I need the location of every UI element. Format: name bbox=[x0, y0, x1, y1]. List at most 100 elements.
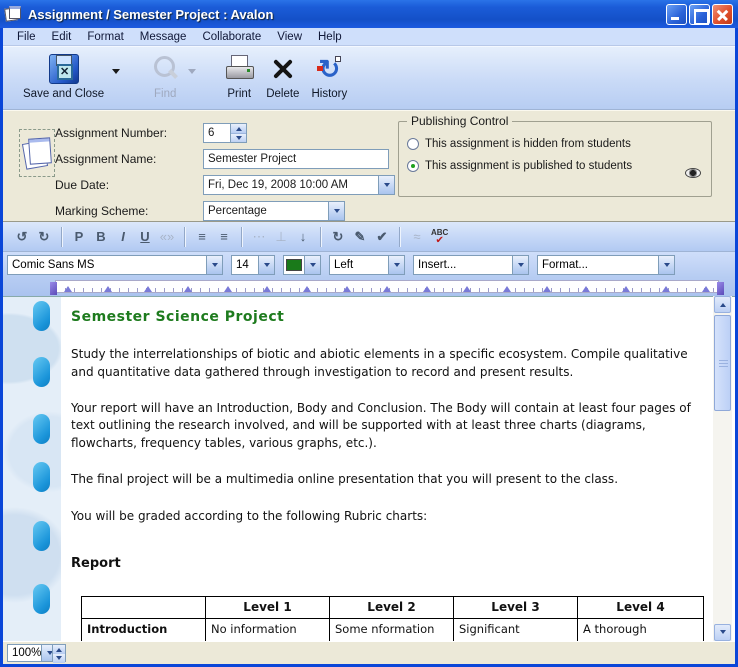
document-content[interactable]: Semester Science Project Study the inter… bbox=[71, 301, 709, 641]
menu-view[interactable]: View bbox=[269, 30, 310, 44]
hidden-option-row[interactable]: This assignment is hidden from students bbox=[407, 136, 631, 152]
header-cell: Level 4 bbox=[578, 596, 704, 618]
print-button[interactable]: Print bbox=[218, 51, 260, 101]
italic-icon[interactable]: I bbox=[112, 229, 134, 244]
header-cell bbox=[82, 596, 206, 618]
format-dropdown-icon[interactable] bbox=[658, 256, 674, 274]
accept-check-icon[interactable]: ✔ bbox=[371, 229, 393, 245]
due-date-dropdown-icon[interactable] bbox=[378, 176, 394, 194]
delete-button[interactable]: Delete bbox=[260, 51, 305, 101]
left-indent-marker[interactable] bbox=[50, 282, 57, 295]
font-size-combobox[interactable]: 14 bbox=[231, 255, 275, 275]
title-bar[interactable]: Assignment / Semester Project : Avalon bbox=[0, 0, 738, 28]
paragraph-icon[interactable]: P bbox=[68, 229, 90, 244]
row-label-cell: Introduction bbox=[82, 619, 206, 641]
font-color-combobox[interactable] bbox=[283, 255, 321, 275]
zoom-dropdown-icon[interactable] bbox=[41, 645, 53, 661]
ruler[interactable] bbox=[55, 280, 719, 293]
save-and-close-button[interactable]: ✕ Save and Close bbox=[17, 51, 110, 101]
history-button[interactable]: ↻ History bbox=[305, 51, 353, 101]
insert-combobox[interactable]: Insert... bbox=[413, 255, 529, 275]
document-title: Semester Science Project bbox=[71, 307, 709, 327]
stationery-border bbox=[3, 297, 61, 641]
save-dropdown-arrow-icon[interactable] bbox=[112, 69, 120, 78]
published-option-row[interactable]: This assignment is published to students bbox=[407, 158, 632, 174]
spellcheck-icon[interactable]: ABC ✔ bbox=[428, 229, 451, 245]
header-cell: Level 3 bbox=[454, 596, 578, 618]
number-spinner[interactable] bbox=[230, 124, 246, 142]
due-date-value: Fri, Dec 19, 2008 10:00 AM bbox=[208, 179, 348, 191]
alignment-combobox[interactable]: Left bbox=[329, 255, 405, 275]
underline-icon[interactable]: U bbox=[134, 229, 156, 244]
zoom-combobox[interactable]: 100% bbox=[7, 644, 53, 662]
rubric-table: Level 1 Level 2 Level 3 Level 4 Introduc… bbox=[81, 596, 704, 641]
header-cell: Level 1 bbox=[206, 596, 330, 618]
find-icon bbox=[150, 54, 180, 84]
zoom-spinner[interactable] bbox=[53, 644, 66, 662]
assignment-name-label: Assignment Name: bbox=[55, 152, 203, 166]
assignment-number-label: Assignment Number: bbox=[55, 126, 203, 140]
menu-format[interactable]: Format bbox=[79, 30, 131, 44]
outdent-icon[interactable]: ≡ bbox=[191, 229, 213, 244]
redo-icon[interactable]: ↻ bbox=[33, 229, 55, 245]
assignment-name-input[interactable]: Semester Project bbox=[203, 149, 389, 169]
hidden-option-label: This assignment is hidden from students bbox=[425, 138, 631, 150]
edit-pencil-icon[interactable]: ✎ bbox=[349, 229, 371, 245]
print-icon bbox=[224, 54, 254, 84]
insert-dropdown-icon[interactable] bbox=[512, 256, 528, 274]
bold-icon[interactable]: B bbox=[90, 229, 112, 244]
font-color-dropdown-icon[interactable] bbox=[304, 256, 320, 274]
scroll-down-icon[interactable] bbox=[714, 624, 731, 641]
publishing-control-legend: Publishing Control bbox=[407, 114, 512, 128]
insert-line-icon: ⊥ bbox=[270, 229, 292, 245]
refresh-icon[interactable]: ↻ bbox=[327, 229, 349, 245]
alignment-dropdown-icon[interactable] bbox=[388, 256, 404, 274]
scrollbar-thumb[interactable] bbox=[714, 315, 731, 411]
menu-file[interactable]: File bbox=[9, 30, 44, 44]
special-format-icon[interactable]: «» bbox=[156, 229, 178, 244]
print-label: Print bbox=[227, 88, 251, 100]
font-size-dropdown-icon[interactable] bbox=[258, 256, 274, 274]
zoom-value: 100% bbox=[12, 647, 41, 659]
ruler-tab-marker bbox=[64, 282, 72, 292]
indent-icon[interactable]: ≡ bbox=[213, 229, 235, 244]
vertical-scrollbar[interactable] bbox=[713, 296, 732, 641]
menu-message[interactable]: Message bbox=[132, 30, 195, 44]
message-body-editor[interactable]: Semester Science Project Study the inter… bbox=[3, 296, 735, 641]
undo-icon[interactable]: ↺ bbox=[11, 229, 33, 245]
published-radio[interactable] bbox=[407, 160, 419, 172]
eye-icon bbox=[685, 168, 701, 178]
formatting-toolbar: ↺ ↻ P B I U «» ≡ ≡ ⋯ ⊥ ↓ ↻ ✎ ✔ ≈ ABC ✔ bbox=[3, 222, 735, 252]
find-button: Find bbox=[144, 51, 186, 101]
paragraph: Study the interrelationships of biotic a… bbox=[71, 346, 709, 381]
font-family-dropdown-icon[interactable] bbox=[206, 256, 222, 274]
menu-help[interactable]: Help bbox=[310, 30, 350, 44]
marking-scheme-combobox[interactable]: Percentage bbox=[203, 201, 345, 221]
assignment-notes-icon bbox=[19, 129, 55, 177]
format-combobox[interactable]: Format... bbox=[537, 255, 675, 275]
hidden-radio[interactable] bbox=[407, 138, 419, 150]
menu-edit[interactable]: Edit bbox=[44, 30, 80, 44]
published-option-label: This assignment is published to students bbox=[425, 160, 632, 172]
arrow-down-icon[interactable]: ↓ bbox=[292, 229, 314, 244]
assignment-form: Assignment Number: 6 Assignment Name: Se… bbox=[3, 110, 735, 222]
close-button[interactable] bbox=[712, 4, 733, 25]
font-family-combobox[interactable]: Comic Sans MS bbox=[7, 255, 223, 275]
assignment-number-stepper[interactable]: 6 bbox=[203, 123, 247, 143]
marking-scheme-dropdown-icon[interactable] bbox=[328, 202, 344, 220]
history-label: History bbox=[311, 88, 347, 100]
delete-icon bbox=[270, 56, 296, 82]
paragraph: The final project will be a multimedia o… bbox=[71, 471, 709, 488]
find-label: Find bbox=[154, 88, 176, 100]
due-date-combobox[interactable]: Fri, Dec 19, 2008 10:00 AM bbox=[203, 175, 395, 195]
insert-value: Insert... bbox=[418, 259, 456, 271]
menu-collaborate[interactable]: Collaborate bbox=[194, 30, 269, 44]
right-indent-marker[interactable] bbox=[717, 282, 724, 295]
ruler-bar bbox=[3, 278, 735, 296]
minimize-button[interactable] bbox=[666, 4, 687, 25]
maximize-button[interactable] bbox=[689, 4, 710, 25]
font-size-value: 14 bbox=[236, 259, 249, 271]
scroll-up-icon[interactable] bbox=[714, 296, 731, 313]
save-and-close-label: Save and Close bbox=[23, 88, 104, 100]
table-header-row: Level 1 Level 2 Level 3 Level 4 bbox=[82, 596, 704, 618]
